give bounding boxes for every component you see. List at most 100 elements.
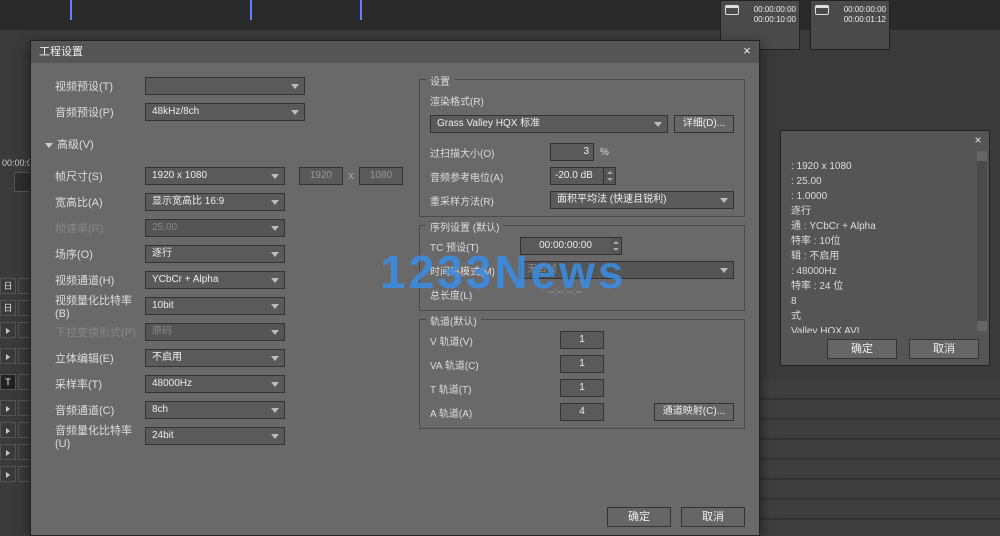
info-line: : 1.0000	[791, 189, 979, 204]
channel-mapping-button[interactable]: 通道映射(C)...	[654, 403, 734, 421]
audio-ref-input[interactable]: -20.0 dB	[550, 167, 604, 185]
video-preset-dropdown[interactable]	[145, 77, 305, 95]
speaker-icon[interactable]	[0, 400, 16, 416]
info-cancel-button[interactable]: 取消	[909, 339, 979, 359]
v-track-input[interactable]: 1	[560, 331, 604, 349]
info-line: 特率 : 24 位	[791, 279, 979, 294]
a-track-input[interactable]: 4	[560, 403, 604, 421]
info-line: : 25.00	[791, 174, 979, 189]
fieldset-legend: 设置	[426, 73, 454, 88]
clip-tc-in: 00:00:00:00	[754, 5, 796, 15]
x-separator: x	[343, 170, 359, 182]
cancel-button[interactable]: 取消	[681, 507, 745, 527]
tc-preset-label: TC 预设(T)	[430, 239, 520, 254]
audio-bitdepth-dropdown[interactable]: 24bit	[145, 427, 285, 445]
fieldset-legend: 序列设置 (默认)	[426, 219, 503, 234]
triangle-down-icon	[45, 139, 53, 151]
speaker-icon[interactable]	[0, 466, 16, 482]
track-header-t[interactable]: T	[0, 374, 16, 390]
audio-channel-dropdown[interactable]: 8ch	[145, 401, 285, 419]
frame-size-label: 帧尺寸(S)	[45, 168, 145, 184]
sample-rate-label: 采样率(T)	[45, 376, 145, 392]
field-order-dropdown[interactable]: 逐行	[145, 245, 285, 263]
clip-tc-out: 00:00:01:12	[844, 15, 886, 25]
track-default-fieldset: 轨道(默认) V 轨道(V) 1 VA 轨道(C) 1 T 轨道(T) 1	[419, 319, 745, 429]
info-line: 逐行	[791, 204, 979, 219]
v-track-label: V 轨道(V)	[430, 333, 520, 348]
tc-preset-input[interactable]: 00:00:00:00	[520, 237, 610, 255]
total-length-label: 总长度(L)	[430, 287, 520, 302]
overscan-input[interactable]: 3	[550, 143, 594, 161]
a-track-label: A 轨道(A)	[430, 405, 520, 420]
video-bitdepth-dropdown[interactable]: 10bit	[145, 297, 285, 315]
t-track-input[interactable]: 1	[560, 379, 604, 397]
frame-size-dropdown[interactable]: 1920 x 1080	[145, 167, 285, 185]
video-channel-dropdown[interactable]: YCbCr + Alpha	[145, 271, 285, 289]
va-track-label: VA 轨道(C)	[430, 357, 520, 372]
stepper[interactable]	[610, 237, 622, 255]
aspect-dropdown[interactable]: 显示宽高比 16:9	[145, 193, 285, 211]
clip-thumbnail-2[interactable]: 00:00:00:00 00:00:01:12	[810, 0, 890, 50]
render-detail-button[interactable]: 详细(D)...	[674, 115, 734, 133]
audio-channel-label: 音频通道(C)	[45, 402, 145, 418]
video-preset-label: 视频预设(T)	[45, 78, 145, 94]
overscan-label: 过扫描大小(O)	[430, 145, 520, 160]
info-ok-button[interactable]: 确定	[827, 339, 897, 359]
info-line: 通 : YCbCr + Alpha	[791, 219, 979, 234]
framerate-label: 帧速率(R)	[45, 220, 145, 236]
stereo-edit-dropdown[interactable]: 不启用	[145, 349, 285, 367]
pulldown-dropdown: 原码	[145, 323, 285, 341]
advanced-section-toggle[interactable]: 高级(V)	[45, 136, 145, 152]
save-disk-icon	[725, 5, 739, 15]
field-order-label: 场序(O)	[45, 246, 145, 262]
project-info-panel: × : 1920 x 1080 : 25.00 : 1.0000 逐行 通 : …	[780, 130, 990, 366]
pulldown-label: 下拉变换形式(P)	[45, 324, 145, 340]
va-track-input[interactable]: 1	[560, 355, 604, 373]
info-line: : 48000Hz	[791, 264, 979, 279]
track-header-v2[interactable]: 日	[0, 300, 16, 316]
aspect-label: 宽高比(A)	[45, 194, 145, 210]
tc-mode-dropdown: 无丢帧	[520, 261, 734, 279]
close-icon[interactable]: ×	[739, 43, 755, 59]
track-header-v1[interactable]: 日	[0, 278, 16, 294]
info-line: : 1920 x 1080	[791, 159, 979, 174]
width-input[interactable]: 1920	[299, 167, 343, 185]
dialog-title: 工程设置	[39, 46, 83, 58]
speaker-icon[interactable]	[0, 348, 16, 364]
audio-ref-label: 音频参考电位(A)	[430, 169, 520, 184]
speaker-icon[interactable]	[0, 322, 16, 338]
speaker-icon[interactable]	[0, 444, 16, 460]
resample-dropdown[interactable]: 面积平均法 (快速且锐利)	[550, 191, 734, 209]
video-channel-label: 视频通道(H)	[45, 272, 145, 288]
save-disk-icon	[815, 5, 829, 15]
sequence-default-fieldset: 序列设置 (默认) TC 预设(T) 00:00:00:00 时间码模式(M) …	[419, 225, 745, 311]
project-settings-dialog: 工程设置 × 视频预设(T) 音频预设(P) 48kHz/8ch 高级(V) 帧…	[30, 40, 760, 536]
height-input[interactable]: 1080	[359, 167, 403, 185]
clip-tc-in: 00:00:00:00	[844, 5, 886, 15]
speaker-icon[interactable]	[0, 422, 16, 438]
audio-bitdepth-label: 音频量化比特率(U)	[45, 422, 145, 450]
sample-rate-dropdown[interactable]: 48000Hz	[145, 375, 285, 393]
settings-fieldset: 设置 渲染格式(R) Grass Valley HQX 标准 详细(D)... …	[419, 79, 745, 217]
stereo-edit-label: 立体编辑(E)	[45, 350, 145, 366]
fieldset-legend: 轨道(默认)	[426, 313, 481, 328]
total-length-value: --:--:--:--	[520, 285, 610, 303]
resample-label: 重采样方法(R)	[430, 193, 520, 208]
clip-tc-out: 00:00:10:00	[754, 15, 796, 25]
info-line: 辑 : 不启用	[791, 249, 979, 264]
audio-preset-label: 音频预设(P)	[45, 104, 145, 120]
info-line: 式	[791, 309, 979, 324]
framerate-dropdown: 25.00	[145, 219, 285, 237]
tc-mode-label: 时间码模式(M)	[430, 263, 520, 278]
t-track-label: T 轨道(T)	[430, 381, 520, 396]
audio-preset-dropdown[interactable]: 48kHz/8ch	[145, 103, 305, 121]
info-line: 8	[791, 294, 979, 309]
render-format-dropdown[interactable]: Grass Valley HQX 标准	[430, 115, 668, 133]
stepper[interactable]	[604, 167, 616, 185]
render-format-label: 渲染格式(R)	[430, 93, 520, 108]
info-line: 特率 : 10位	[791, 234, 979, 249]
overscan-unit: %	[600, 147, 609, 158]
video-bitdepth-label: 视频量化比特率(B)	[45, 292, 145, 320]
ok-button[interactable]: 确定	[607, 507, 671, 527]
info-line: Valley HQX AVI	[791, 324, 979, 333]
